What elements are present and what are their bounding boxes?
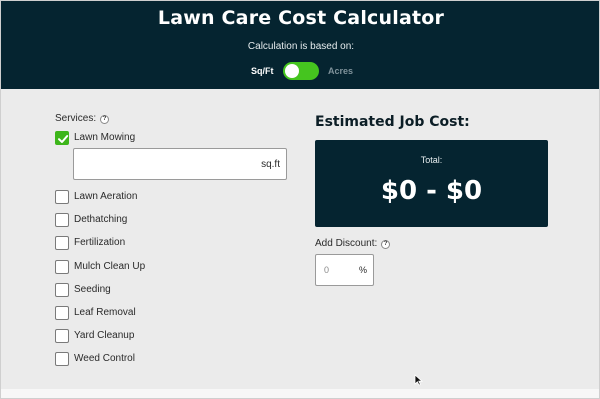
- checkbox[interactable]: [55, 306, 69, 320]
- service-dethatching[interactable]: Dethatching: [55, 213, 255, 229]
- calculation-basis-label: Calculation is based on:: [247, 41, 355, 52]
- lawn-mowing-sqft-input[interactable]: sq.ft: [73, 148, 287, 180]
- mouse-cursor-icon: [414, 374, 423, 386]
- checkbox[interactable]: [55, 329, 69, 343]
- service-label: Lawn Aeration: [74, 191, 138, 202]
- service-leaf-removal[interactable]: Leaf Removal: [55, 306, 255, 322]
- checkbox[interactable]: [55, 213, 69, 227]
- service-lawn-mowing[interactable]: Lawn Mowing: [55, 131, 255, 147]
- discount-label-text: Add Discount:: [315, 238, 378, 249]
- services-label-text: Services:: [55, 113, 97, 124]
- discount-value: 0: [324, 265, 330, 275]
- service-label: Seeding: [74, 284, 111, 295]
- toggle-knob: [285, 64, 299, 78]
- calculator-frame: Lawn Care Cost Calculator Calculation is…: [0, 0, 600, 399]
- service-weed-control[interactable]: Weed Control: [55, 352, 255, 368]
- help-icon[interactable]: ?: [100, 115, 110, 124]
- footer-strip: [1, 389, 599, 398]
- checkbox[interactable]: [55, 352, 69, 366]
- checkbox-checked[interactable]: [55, 131, 69, 145]
- help-icon[interactable]: ?: [381, 240, 391, 249]
- checkbox[interactable]: [55, 236, 69, 250]
- unit-toggle-switch[interactable]: [283, 62, 319, 80]
- calculator-body: Services:? Lawn Mowing sq.ft Lawn Aerati…: [1, 89, 599, 398]
- service-fertilization[interactable]: Fertilization: [55, 236, 255, 252]
- service-yard-cleanup[interactable]: Yard Cleanup: [55, 329, 255, 345]
- unit-acres-label[interactable]: Acres: [328, 66, 353, 76]
- page-title: Lawn Care Cost Calculator: [157, 7, 445, 29]
- sqft-unit-label: sq.ft: [261, 159, 280, 170]
- service-label: Fertilization: [74, 237, 126, 248]
- checkbox[interactable]: [55, 190, 69, 204]
- service-label: Leaf Removal: [74, 307, 136, 318]
- unit-toggle-row: Sq/Ft Acres: [1, 62, 599, 80]
- service-mulch-clean-up[interactable]: Mulch Clean Up: [55, 260, 255, 276]
- total-value: $0 - $0: [380, 176, 483, 206]
- header: Lawn Care Cost Calculator Calculation is…: [1, 1, 599, 89]
- unit-sqft-label[interactable]: Sq/Ft: [251, 66, 274, 76]
- service-seeding[interactable]: Seeding: [55, 283, 255, 299]
- total-label: Total:: [420, 155, 443, 165]
- discount-label: Add Discount:?: [315, 238, 391, 249]
- service-label: Weed Control: [74, 353, 135, 364]
- service-label: Lawn Mowing: [74, 132, 136, 143]
- service-label: Dethatching: [74, 214, 128, 225]
- checkbox[interactable]: [55, 260, 69, 274]
- estimate-title: Estimated Job Cost:: [315, 114, 470, 130]
- services-label: Services:?: [55, 113, 110, 124]
- checkbox[interactable]: [55, 283, 69, 297]
- total-card: Total: $0 - $0: [315, 140, 548, 227]
- service-lawn-aeration[interactable]: Lawn Aeration: [55, 190, 255, 206]
- discount-input[interactable]: 0 %: [315, 254, 374, 286]
- service-label: Mulch Clean Up: [74, 261, 146, 272]
- checkmark-icon: [58, 135, 69, 143]
- percent-unit: %: [358, 265, 367, 275]
- service-label: Yard Cleanup: [74, 330, 135, 341]
